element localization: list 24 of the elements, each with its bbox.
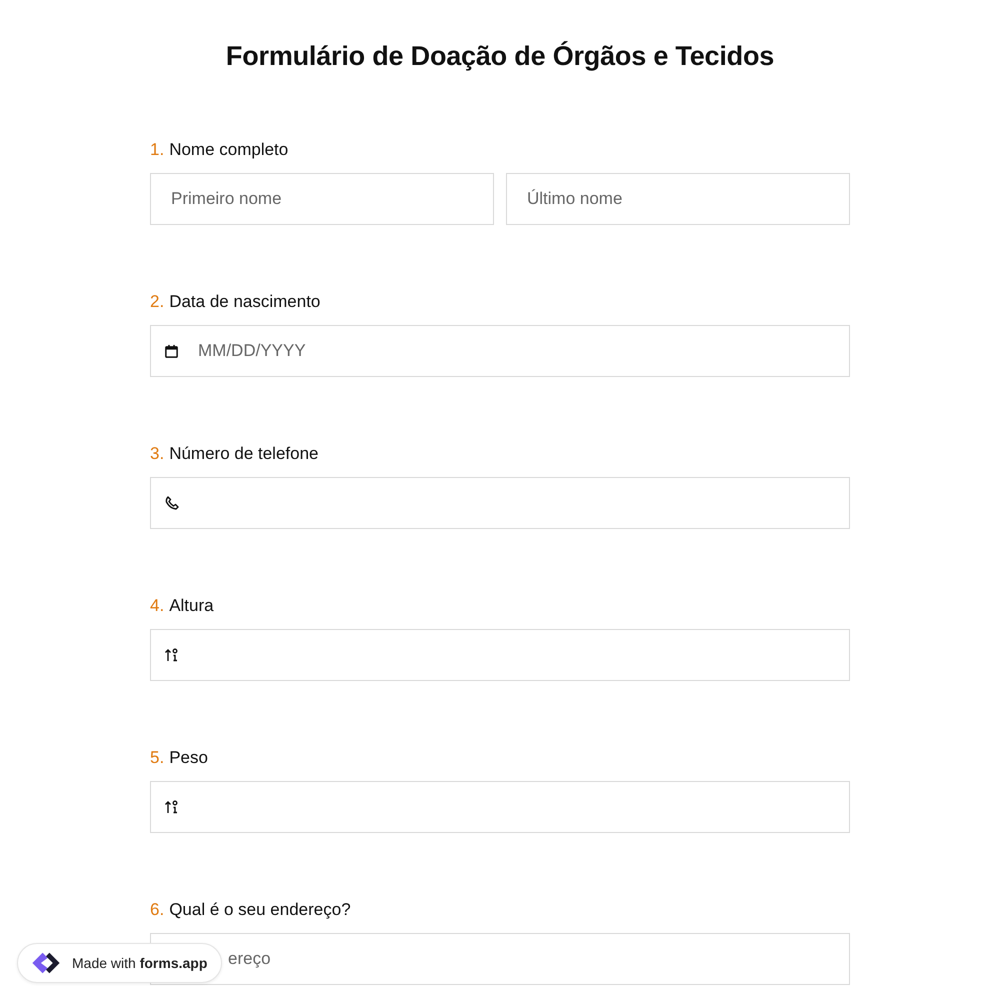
phone-field[interactable] [150,477,850,529]
made-with-badge[interactable]: Made with forms.app [17,943,222,983]
question-label: Qual é o seu endereço? [169,900,351,920]
question-number: 6. [150,900,164,920]
question-label: Peso [169,748,208,768]
phone-icon [164,495,180,511]
question-label: Número de telefone [169,444,319,464]
question-label: Nome completo [169,140,288,160]
question-number: 4. [150,596,164,616]
question-number: 1. [150,140,164,160]
number-field[interactable] [150,629,850,681]
name-field[interactable]: Último nome [506,173,850,225]
number-icon [164,647,180,663]
question-number: 3. [150,444,164,464]
name-field[interactable]: Primeiro nome [150,173,494,225]
date-field[interactable]: MM/DD/YYYY [150,325,850,377]
question-label: Data de nascimento [169,292,320,312]
form-title: Formulário de Doação de Órgãos e Tecidos [224,40,776,72]
question-label: Altura [169,596,214,616]
question-number: 5. [150,748,164,768]
number-icon [164,799,180,815]
calendar-icon [164,343,180,359]
question-number: 2. [150,292,164,312]
number-field[interactable] [150,781,850,833]
